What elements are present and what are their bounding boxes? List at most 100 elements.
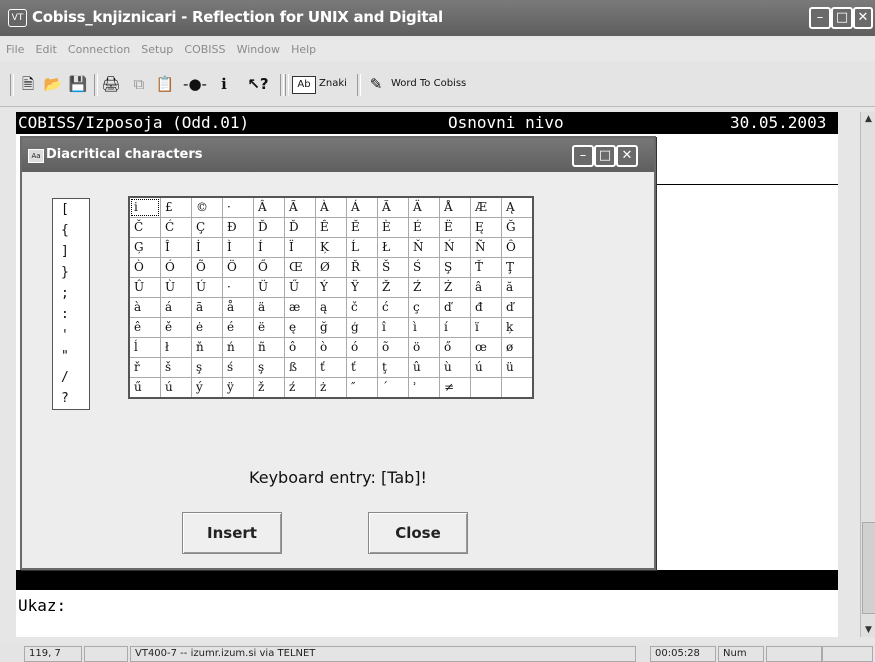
character-cell[interactable]: ű bbox=[128, 377, 161, 399]
character-cell[interactable]: Ø bbox=[315, 257, 347, 278]
word-to-cobiss-icon[interactable]: ✎ bbox=[365, 74, 387, 94]
dialog-close-icon[interactable]: ✕ bbox=[616, 145, 638, 167]
character-cell[interactable]: Ï bbox=[284, 237, 316, 258]
character-cell[interactable]: ß bbox=[284, 357, 316, 378]
character-cell[interactable]: ú bbox=[470, 357, 502, 378]
character-cell[interactable]: Š bbox=[377, 257, 409, 278]
character-cell[interactable]: ÿ bbox=[222, 377, 254, 399]
character-cell[interactable]: ň bbox=[191, 337, 223, 358]
character-cell[interactable]: í bbox=[439, 317, 471, 338]
character-cell[interactable]: · bbox=[222, 277, 254, 298]
character-cell[interactable]: õ bbox=[377, 337, 409, 358]
character-cell[interactable]: i bbox=[128, 196, 161, 218]
character-cell[interactable]: ĺ bbox=[128, 337, 161, 358]
character-cell[interactable]: Û bbox=[128, 277, 161, 298]
character-cell[interactable]: È bbox=[377, 217, 409, 238]
insert-button[interactable]: Insert bbox=[182, 512, 282, 554]
character-cell[interactable]: Í bbox=[253, 237, 285, 258]
character-cell[interactable]: ť bbox=[315, 357, 347, 378]
character-cell[interactable]: Ó bbox=[160, 257, 192, 278]
character-cell[interactable]: œ bbox=[470, 337, 502, 358]
character-cell[interactable]: ţ bbox=[377, 357, 409, 378]
character-cell[interactable]: Ą bbox=[501, 196, 534, 218]
character-cell[interactable]: š bbox=[160, 357, 192, 378]
character-cell[interactable]: ķ bbox=[501, 317, 534, 338]
dialog-maximize-button[interactable]: □ bbox=[594, 145, 616, 167]
character-cell[interactable]: ü bbox=[501, 357, 534, 378]
scroll-up-icon[interactable]: ▲ bbox=[861, 112, 875, 126]
character-cell[interactable]: ʾ bbox=[408, 377, 440, 399]
character-cell[interactable]: Õ bbox=[191, 257, 223, 278]
character-cell[interactable]: ť bbox=[346, 357, 378, 378]
command-prompt[interactable]: Ukaz: bbox=[18, 596, 66, 615]
character-cell[interactable]: Ě bbox=[346, 217, 378, 238]
menu-connection[interactable]: Connection bbox=[68, 39, 130, 61]
character-cell[interactable]: Ü bbox=[253, 277, 285, 298]
scroll-down-icon[interactable]: ▼ bbox=[861, 623, 875, 637]
character-cell[interactable]: Ĺ bbox=[346, 237, 378, 258]
open-folder-icon[interactable]: 📂 bbox=[42, 74, 64, 94]
character-cell[interactable]: ˊ bbox=[377, 377, 409, 399]
character-cell[interactable]: â bbox=[470, 277, 502, 298]
context-help-icon[interactable]: ↖? bbox=[246, 74, 270, 94]
character-cell[interactable]: Ã bbox=[377, 196, 409, 218]
character-cell[interactable]: Ż bbox=[439, 277, 471, 298]
character-cell[interactable]: Ń bbox=[439, 237, 471, 258]
character-cell[interactable]: ř bbox=[128, 357, 161, 378]
character-cell[interactable]: · bbox=[222, 196, 254, 218]
character-cell[interactable]: Ö bbox=[222, 257, 254, 278]
character-cell[interactable]: Ő bbox=[253, 257, 285, 278]
character-cell[interactable]: Ò bbox=[128, 257, 161, 278]
paste-icon[interactable]: 📋 bbox=[154, 74, 176, 94]
character-cell[interactable]: Ś bbox=[408, 257, 440, 278]
character-cell[interactable]: Ţ bbox=[501, 257, 534, 278]
character-cell[interactable]: Œ bbox=[284, 257, 316, 278]
close-window-button[interactable]: ✕ bbox=[853, 7, 873, 29]
character-cell[interactable] bbox=[501, 377, 534, 399]
character-cell[interactable]: Ý bbox=[315, 277, 347, 298]
character-cell[interactable] bbox=[470, 377, 502, 399]
character-cell[interactable]: ă bbox=[501, 277, 534, 298]
character-cell[interactable]: æ bbox=[284, 297, 316, 318]
character-cell[interactable]: å bbox=[222, 297, 254, 318]
character-cell[interactable]: ò bbox=[315, 337, 347, 358]
character-cell[interactable]: Ú bbox=[191, 277, 223, 298]
character-cell[interactable]: Ł bbox=[377, 237, 409, 258]
character-cell[interactable]: ô bbox=[284, 337, 316, 358]
menu-window[interactable]: Window bbox=[237, 39, 280, 61]
character-cell[interactable]: ź bbox=[284, 377, 316, 399]
character-cell[interactable]: é bbox=[222, 317, 254, 338]
character-cell[interactable]: Ć bbox=[160, 217, 192, 238]
menu-cobiss[interactable]: COBISS bbox=[184, 39, 225, 61]
character-cell[interactable]: Č bbox=[128, 217, 161, 238]
character-cell[interactable]: ì bbox=[408, 317, 440, 338]
character-cell[interactable]: £ bbox=[160, 196, 192, 218]
character-cell[interactable]: û bbox=[408, 357, 440, 378]
character-cell[interactable]: ø bbox=[501, 337, 534, 358]
character-cell[interactable]: ä bbox=[253, 297, 285, 318]
print-icon[interactable]: 🖨 bbox=[100, 74, 122, 94]
character-cell[interactable]: Ę bbox=[470, 217, 502, 238]
word-to-cobiss-label[interactable]: Word To Cobiss bbox=[391, 74, 466, 94]
character-cell[interactable]: Ď bbox=[253, 217, 285, 238]
character-cell[interactable]: Æ bbox=[470, 196, 502, 218]
character-cell[interactable]: Î bbox=[160, 237, 192, 258]
copy-icon[interactable]: ⧉ bbox=[128, 74, 150, 94]
character-cell[interactable]: © bbox=[191, 196, 223, 218]
character-cell[interactable]: ł bbox=[160, 337, 192, 358]
character-cell[interactable]: Á bbox=[346, 196, 378, 218]
character-cell[interactable]: ù bbox=[439, 357, 471, 378]
character-cell[interactable]: Ř bbox=[346, 257, 378, 278]
character-cell[interactable]: î bbox=[377, 317, 409, 338]
character-cell[interactable]: Ë bbox=[439, 217, 471, 238]
connect-icon[interactable]: -●- bbox=[182, 74, 208, 94]
menu-setup[interactable]: Setup bbox=[141, 39, 173, 61]
character-cell[interactable]: É bbox=[408, 217, 440, 238]
character-cell[interactable]: ń bbox=[222, 337, 254, 358]
character-cell[interactable]: č bbox=[346, 297, 378, 318]
character-cell[interactable]: đ bbox=[470, 297, 502, 318]
character-cell[interactable]: À bbox=[315, 196, 347, 218]
character-cell[interactable]: Ç bbox=[191, 217, 223, 238]
character-cell[interactable]: ė bbox=[191, 317, 223, 338]
character-cell[interactable]: ě bbox=[160, 317, 192, 338]
